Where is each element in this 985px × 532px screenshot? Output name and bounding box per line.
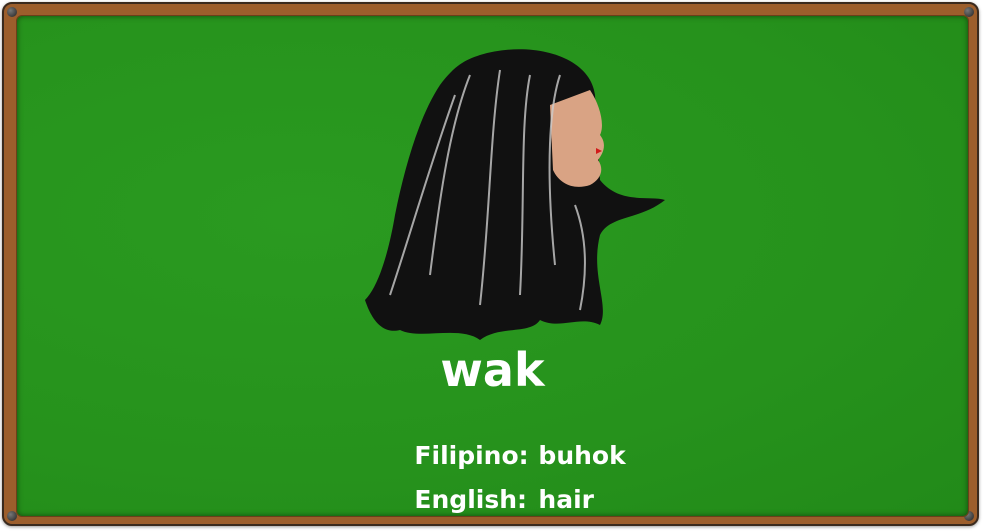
english-value: hair	[538, 485, 594, 514]
bolt-icon	[7, 7, 17, 17]
word-title: wak	[440, 343, 545, 397]
hair-illustration	[365, 49, 665, 341]
english-label: English:	[414, 485, 528, 514]
english-translation: English: hair	[397, 456, 594, 514]
